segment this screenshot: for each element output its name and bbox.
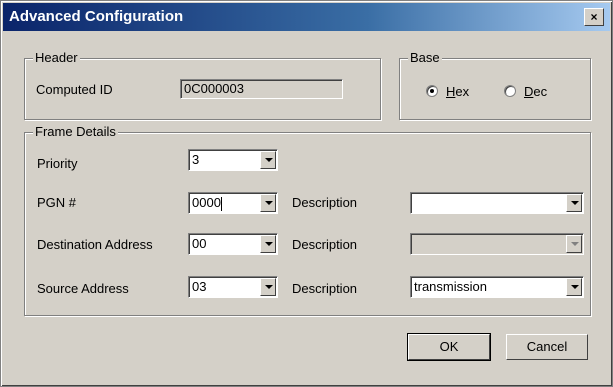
destination-description-combo <box>410 233 584 255</box>
radio-hex-label: Hex <box>446 84 470 99</box>
radio-dec-indicator[interactable] <box>504 85 516 97</box>
pgn-description-combo[interactable] <box>410 192 584 214</box>
priority-label: Priority <box>37 156 78 171</box>
computed-id-label: Computed ID <box>36 82 113 97</box>
base-legend: Base <box>408 50 442 65</box>
header-group: Header Computed ID 0C000003 <box>24 50 381 120</box>
radio-hex[interactable]: Hex <box>426 84 486 100</box>
frame-details-legend: Frame Details <box>33 124 118 139</box>
pgn-label: PGN # <box>37 195 77 210</box>
priority-combo[interactable]: 3 <box>188 149 278 171</box>
source-address-value: 03 <box>192 279 207 294</box>
source-address-dropdown-arrow-icon[interactable] <box>260 278 276 296</box>
pgn-combo[interactable]: 0000 <box>188 192 278 214</box>
source-description-value: transmission <box>414 279 487 294</box>
advanced-configuration-dialog: Advanced Configuration × Header Computed… <box>0 0 613 387</box>
radio-dec-label: Dec <box>524 84 548 99</box>
pgn-dropdown-arrow-icon[interactable] <box>260 194 276 212</box>
close-button[interactable]: × <box>584 8 604 26</box>
priority-value: 3 <box>192 152 200 167</box>
computed-id-field: 0C000003 <box>180 79 343 99</box>
priority-dropdown-arrow-icon[interactable] <box>260 151 276 169</box>
title-bar[interactable]: Advanced Configuration × <box>3 3 610 31</box>
radio-dec[interactable]: Dec <box>504 84 564 100</box>
destination-description-dropdown-arrow-icon <box>566 235 582 253</box>
base-group: Base Hex Dec <box>399 50 591 120</box>
source-address-combo[interactable]: 03 <box>188 276 278 298</box>
ok-button[interactable]: OK <box>407 333 491 361</box>
source-description-combo[interactable]: transmission <box>410 276 584 298</box>
source-description-label: Description <box>292 281 358 296</box>
destination-address-dropdown-arrow-icon[interactable] <box>260 235 276 253</box>
destination-description-label: Description <box>292 237 358 252</box>
destination-address-value: 00 <box>192 236 207 251</box>
header-legend: Header <box>33 50 80 65</box>
destination-address-label: Destination Address <box>37 237 153 252</box>
frame-details-group: Frame Details Priority 3 PGN # 0000 Desc… <box>24 124 591 316</box>
cancel-button[interactable]: Cancel <box>506 334 588 360</box>
radio-hex-indicator[interactable] <box>426 85 438 97</box>
source-address-label: Source Address <box>37 281 129 296</box>
source-description-dropdown-arrow-icon[interactable] <box>566 278 582 296</box>
dialog-title: Advanced Configuration <box>9 8 184 25</box>
pgn-description-dropdown-arrow-icon[interactable] <box>566 194 582 212</box>
text-caret <box>220 196 222 211</box>
pgn-value: 0000 <box>192 195 222 211</box>
destination-address-combo[interactable]: 00 <box>188 233 278 255</box>
pgn-description-label: Description <box>292 195 358 210</box>
